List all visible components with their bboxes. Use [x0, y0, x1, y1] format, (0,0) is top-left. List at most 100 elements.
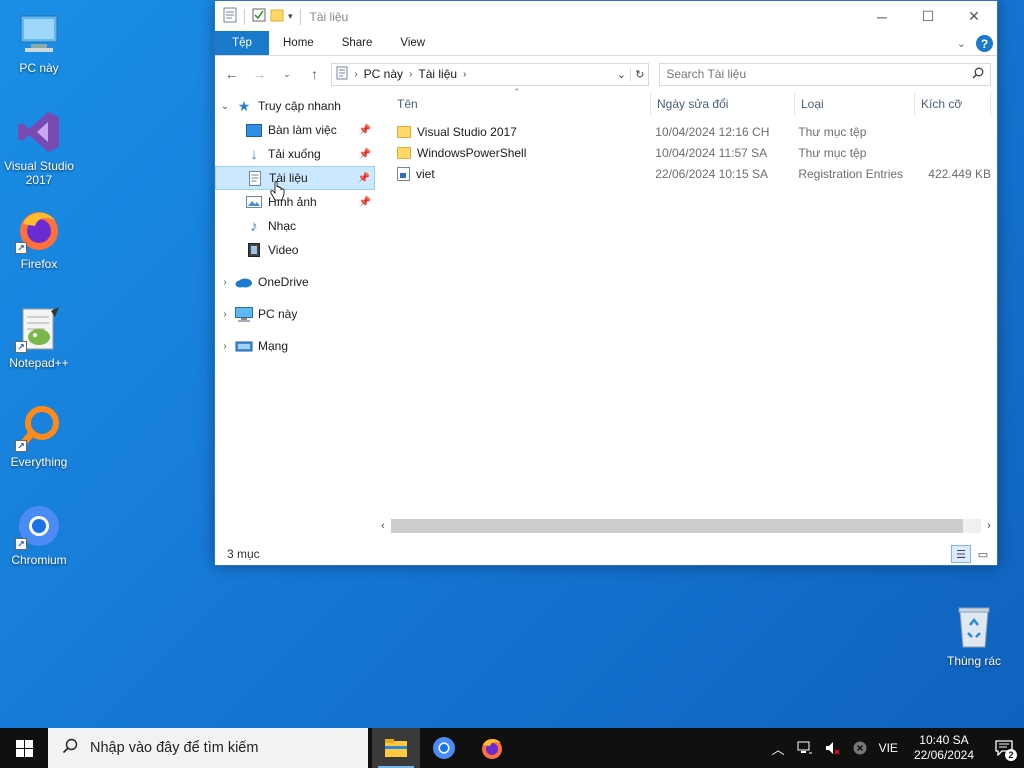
forward-icon[interactable]: →: [249, 66, 271, 82]
pin-icon[interactable]: 📌: [359, 197, 371, 208]
tab-file[interactable]: Tệp: [215, 31, 269, 55]
tab-share[interactable]: Share: [328, 31, 387, 55]
taskbar-search-input[interactable]: Nhập vào đây để tìm kiếm: [90, 740, 258, 756]
input-language[interactable]: VIE: [873, 741, 904, 755]
properties-icon[interactable]: [252, 8, 266, 25]
nav-this-pc[interactable]: › PC này: [215, 302, 375, 326]
file-explorer-window: ▾ Tài liệu ─ ☐ ✕ Tệp Home Share View ⌄ ?…: [214, 0, 998, 566]
nav-onedrive[interactable]: › OneDrive: [215, 270, 375, 294]
tab-home[interactable]: Home: [269, 31, 328, 55]
computer-icon: [235, 306, 253, 322]
desktop-icon-everything[interactable]: ↗ Everything: [1, 404, 77, 469]
firefox-icon: [482, 739, 502, 759]
quick-access-toolbar: ▾: [215, 7, 304, 26]
search-box[interactable]: Search Tài liệu: [659, 62, 992, 86]
folder-icon: [397, 146, 411, 159]
nav-item-downloads[interactable]: ↓ Tải xuống 📌: [215, 142, 375, 166]
column-header-type[interactable]: Loại: [795, 93, 915, 115]
desktop-icon-visual-studio[interactable]: Visual Studio 2017: [1, 108, 77, 187]
tab-view[interactable]: View: [386, 31, 439, 55]
windows-logo-icon: [15, 739, 33, 757]
column-header-date[interactable]: Ngày sửa đổi: [651, 93, 795, 115]
breadcrumb-separator-icon[interactable]: ›: [354, 69, 357, 80]
file-size: 422.449 KB: [928, 166, 991, 181]
chevron-right-icon[interactable]: ›: [215, 341, 235, 352]
title-bar[interactable]: ▾ Tài liệu ─ ☐ ✕: [215, 1, 997, 32]
nav-item-videos[interactable]: Video: [215, 238, 375, 262]
desktop-icon-firefox[interactable]: ↗ Firefox: [1, 206, 77, 271]
pin-icon[interactable]: 📌: [359, 149, 371, 160]
expand-ribbon-icon[interactable]: ⌄: [957, 37, 966, 50]
nav-item-documents[interactable]: Tài liệu 📌: [215, 166, 375, 190]
error-status-icon[interactable]: [847, 741, 873, 755]
taskbar-firefox[interactable]: [468, 728, 516, 768]
taskbar-chromium[interactable]: [420, 728, 468, 768]
scrollbar-track[interactable]: [963, 519, 981, 533]
navigation-pane: ⌄ ★ Truy cập nhanh Bàn làm việc 📌 ↓ Tải …: [215, 93, 375, 535]
network-status-icon[interactable]: [791, 741, 819, 755]
horizontal-scrollbar[interactable]: ‹ ›: [375, 517, 997, 535]
new-folder-icon[interactable]: [270, 8, 284, 25]
help-icon[interactable]: ?: [976, 35, 993, 52]
nav-item-music[interactable]: ♪ Nhạc: [215, 214, 375, 238]
search-input[interactable]: Search Tài liệu: [666, 67, 746, 81]
column-header-name[interactable]: Tên: [391, 93, 651, 115]
registry-file-icon: [397, 166, 410, 181]
file-row[interactable]: Visual Studio 2017 10/04/2024 12:16 CH T…: [391, 121, 997, 142]
address-bar[interactable]: › PC này › Tài liệu › ⌄ ↻: [331, 62, 650, 86]
desktop-icon-label: Chromium: [11, 553, 67, 567]
desktop-icon-this-pc[interactable]: PC này: [1, 10, 77, 75]
scrollbar-thumb[interactable]: [391, 519, 963, 533]
nav-quick-access[interactable]: ⌄ ★ Truy cập nhanh: [215, 94, 375, 118]
action-center-button[interactable]: 2: [984, 728, 1024, 768]
show-hidden-icons-icon[interactable]: ︿: [766, 739, 791, 758]
close-button[interactable]: ✕: [951, 1, 997, 32]
file-row[interactable]: viet 22/06/2024 10:15 SA Registration En…: [391, 163, 997, 184]
firefox-icon: ↗: [15, 206, 63, 254]
nav-item-desktop[interactable]: Bàn làm việc 📌: [215, 118, 375, 142]
start-button[interactable]: [0, 728, 48, 768]
address-dropdown-icon[interactable]: ⌄: [612, 68, 630, 81]
up-icon[interactable]: ↑: [304, 66, 326, 82]
pin-icon[interactable]: 📌: [358, 173, 370, 184]
breadcrumb-separator-icon[interactable]: ›: [409, 69, 412, 80]
details-view-icon[interactable]: ☰: [951, 545, 971, 563]
nav-label: OneDrive: [258, 275, 309, 289]
breadcrumb-separator-icon[interactable]: ›: [463, 69, 466, 80]
volume-muted-icon[interactable]: [819, 741, 847, 755]
file-type: Thư mục tệp: [798, 145, 867, 160]
minimize-button[interactable]: ─: [859, 1, 905, 32]
ribbon-tabs: Tệp Home Share View ⌄ ?: [215, 31, 997, 56]
chevron-right-icon[interactable]: ›: [215, 277, 235, 288]
clock[interactable]: 10:40 SA 22/06/2024: [904, 733, 984, 763]
recent-locations-icon[interactable]: ⌄: [276, 69, 298, 80]
chevron-down-icon[interactable]: ⌄: [215, 101, 235, 112]
back-icon[interactable]: ←: [221, 66, 243, 82]
system-tray: ︿ VIE 10:40 SA 22/06/2024 2: [766, 728, 1024, 768]
pin-icon[interactable]: 📌: [359, 125, 371, 136]
desktop-icon-chromium[interactable]: ↗ Chromium: [1, 502, 77, 567]
breadcrumb-this-pc[interactable]: PC này: [364, 67, 403, 81]
refresh-icon[interactable]: ↻: [630, 67, 648, 81]
desktop-icon-recycle-bin[interactable]: Thùng rác: [936, 603, 1012, 668]
large-icons-view-icon[interactable]: ▭: [973, 545, 993, 563]
customize-dropdown-icon[interactable]: ▾: [288, 11, 293, 22]
taskbar-search-box[interactable]: Nhập vào đây để tìm kiếm: [48, 728, 368, 768]
nav-item-pictures[interactable]: Hình ảnh 📌: [215, 190, 375, 214]
document-icon: [336, 66, 348, 83]
document-icon: [223, 7, 237, 26]
maximize-button[interactable]: ☐: [905, 1, 951, 32]
breadcrumb-documents[interactable]: Tài liệu: [418, 67, 457, 81]
desktop-icon-label: Firefox: [20, 257, 58, 271]
scroll-right-icon[interactable]: ›: [981, 520, 997, 532]
scroll-left-icon[interactable]: ‹: [375, 520, 391, 532]
visual-studio-icon: [15, 108, 63, 156]
column-header-size[interactable]: Kích cỡ: [915, 93, 991, 115]
chevron-right-icon[interactable]: ›: [215, 309, 235, 320]
nav-network[interactable]: › Mạng: [215, 334, 375, 358]
clock-time: 10:40 SA: [919, 733, 969, 747]
taskbar-file-explorer[interactable]: [372, 728, 420, 768]
desktop-icon-notepadpp[interactable]: ↗ Notepad++: [1, 305, 77, 370]
nav-label: Bàn làm việc: [268, 123, 337, 137]
file-row[interactable]: WindowsPowerShell 10/04/2024 11:57 SA Th…: [391, 142, 997, 163]
